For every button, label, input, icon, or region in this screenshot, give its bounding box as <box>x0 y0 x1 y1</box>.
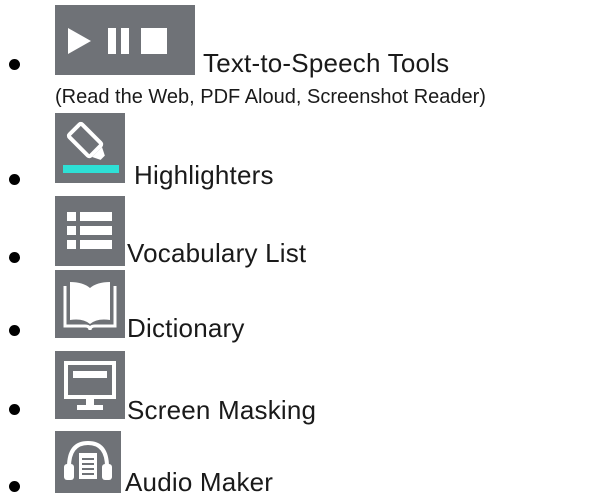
tool-label: Dictionary <box>127 313 245 343</box>
monitor-icon <box>55 351 125 419</box>
tool-label: Highlighters <box>134 160 274 190</box>
bullet <box>9 481 20 492</box>
bullet <box>9 59 20 70</box>
tool-label: Audio Maker <box>125 467 274 497</box>
bullet <box>9 404 20 415</box>
bullet <box>9 252 20 263</box>
bullet <box>9 174 20 185</box>
tool-label: Text-to-Speech Tools <box>203 48 450 78</box>
highlighter-icon <box>55 113 125 183</box>
tool-sublabel: (Read the Web, PDF Aloud, Screenshot Rea… <box>55 86 486 108</box>
list-icon <box>55 196 125 266</box>
headphones-icon <box>55 431 121 493</box>
tool-label: Screen Masking <box>127 395 317 425</box>
tool-label: Vocabulary List <box>127 238 307 268</box>
bullet <box>9 325 20 336</box>
book-icon <box>55 270 125 338</box>
play-pause-stop-icon <box>55 5 195 75</box>
